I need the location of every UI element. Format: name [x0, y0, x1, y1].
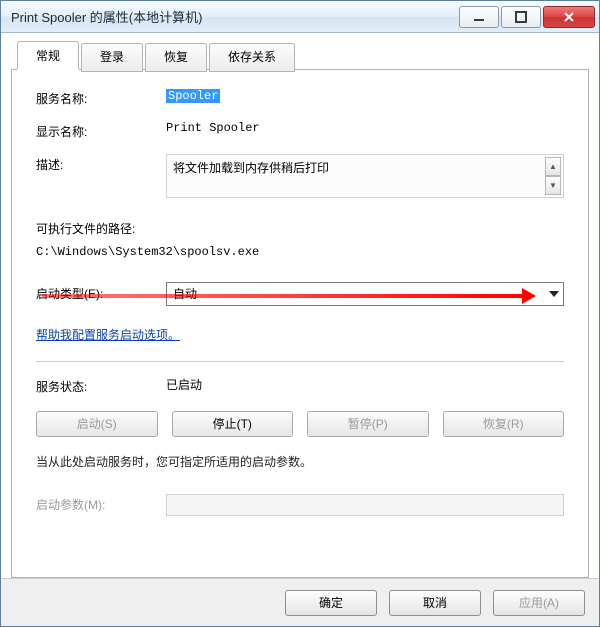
tab-general[interactable]: 常规 [17, 41, 79, 70]
startup-type-combo[interactable]: 自动 [166, 282, 564, 306]
startup-type-value: 自动 [173, 285, 197, 302]
start-note: 当从此处启动服务时，您可指定所适用的启动参数。 [36, 453, 564, 472]
apply-button[interactable]: 应用(A) [493, 590, 585, 616]
service-name-label: 服务名称: [36, 88, 166, 107]
exe-path-label: 可执行文件的路径: [36, 218, 564, 241]
general-panel: 服务名称: Spooler 显示名称: Print Spooler 描述: 将文… [11, 69, 589, 578]
pause-button[interactable]: 暂停(P) [307, 411, 429, 437]
spin-down-icon[interactable]: ▼ [545, 176, 561, 195]
stop-button[interactable]: 停止(T) [172, 411, 294, 437]
spin-up-icon[interactable]: ▲ [545, 157, 561, 176]
description-box[interactable]: 将文件加载到内存供稍后打印 ▲ ▼ [166, 154, 564, 198]
maximize-button[interactable] [501, 6, 541, 28]
tab-logon[interactable]: 登录 [81, 43, 143, 72]
exe-path-value: C:\Windows\System32\spoolsv.exe [36, 241, 564, 264]
service-status-value: 已启动 [166, 376, 564, 393]
description-text: 将文件加载到内存供稍后打印 [173, 161, 329, 175]
tab-dependencies[interactable]: 依存关系 [209, 43, 295, 72]
description-spinner[interactable]: ▲ ▼ [545, 157, 561, 195]
start-button[interactable]: 启动(S) [36, 411, 158, 437]
startup-type-label: 启动类型(E): [36, 285, 166, 302]
description-label: 描述: [36, 154, 166, 173]
minimize-button[interactable] [459, 6, 499, 28]
window-title: Print Spooler 的属性(本地计算机) [11, 7, 457, 26]
client-area: 常规 登录 恢复 依存关系 服务名称: Spooler 显示名称: Print … [1, 33, 599, 578]
chevron-down-icon [549, 291, 559, 297]
tab-recovery[interactable]: 恢复 [145, 43, 207, 72]
tab-strip: 常规 登录 恢复 依存关系 [11, 41, 589, 70]
dialog-footer: 确定 取消 应用(A) [1, 578, 599, 626]
divider [36, 361, 564, 362]
start-params-label: 启动参数(M): [36, 496, 166, 513]
titlebar: Print Spooler 的属性(本地计算机) [1, 1, 599, 33]
display-name-value: Print Spooler [166, 121, 564, 135]
ok-button[interactable]: 确定 [285, 590, 377, 616]
display-name-label: 显示名称: [36, 121, 166, 140]
service-name-value[interactable]: Spooler [166, 89, 220, 103]
start-params-input [166, 494, 564, 516]
properties-dialog: Print Spooler 的属性(本地计算机) 常规 登录 恢复 依存关系 服… [0, 0, 600, 627]
help-link[interactable]: 帮助我配置服务启动选项。 [36, 326, 564, 343]
close-button[interactable] [543, 6, 595, 28]
resume-button[interactable]: 恢复(R) [443, 411, 565, 437]
cancel-button[interactable]: 取消 [389, 590, 481, 616]
service-status-label: 服务状态: [36, 376, 166, 395]
